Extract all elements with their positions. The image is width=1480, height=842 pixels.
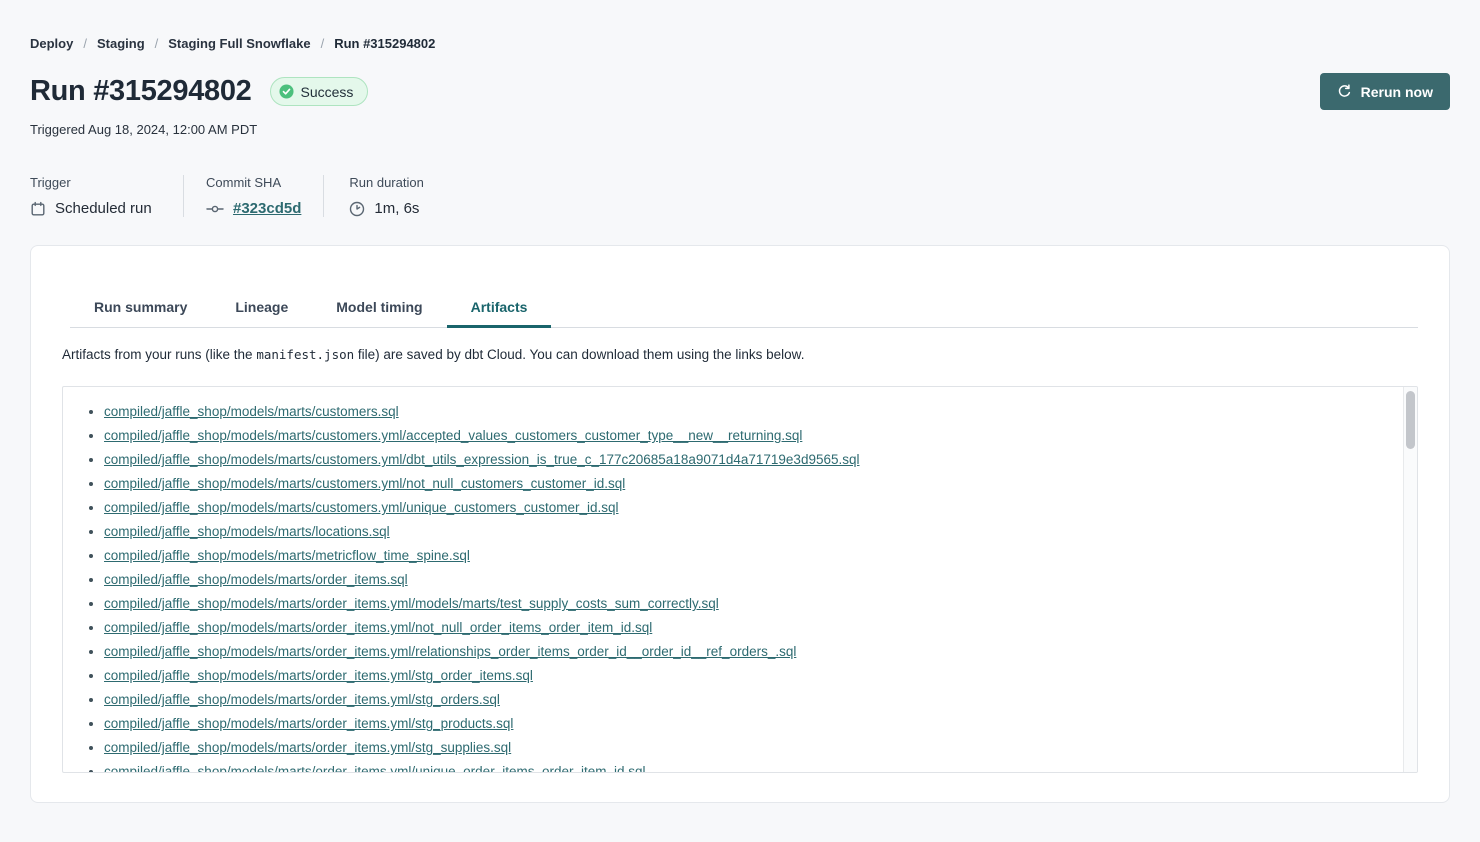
rerun-now-button[interactable]: Rerun now: [1320, 73, 1450, 110]
breadcrumb-separator: /: [155, 36, 159, 51]
tab-model-timing[interactable]: Model timing: [312, 289, 446, 328]
refresh-icon: [1337, 84, 1352, 99]
list-item: compiled/jaffle_shop/models/marts/order_…: [104, 592, 1377, 616]
list-item: compiled/jaffle_shop/models/marts/order_…: [104, 712, 1377, 736]
artifact-link[interactable]: compiled/jaffle_shop/models/marts/order_…: [104, 692, 500, 707]
run-info-strip: Trigger Scheduled run Commit SHA #323cd5: [30, 175, 1450, 217]
artifact-link[interactable]: compiled/jaffle_shop/models/marts/order_…: [104, 620, 652, 635]
list-item: compiled/jaffle_shop/models/marts/order_…: [104, 568, 1377, 592]
list-item: compiled/jaffle_shop/models/marts/order_…: [104, 664, 1377, 688]
artifact-link[interactable]: compiled/jaffle_shop/models/marts/locati…: [104, 524, 390, 539]
check-circle-icon: [279, 84, 294, 99]
list-item: compiled/jaffle_shop/models/marts/custom…: [104, 472, 1377, 496]
tab-run-summary[interactable]: Run summary: [70, 289, 211, 328]
manifest-json-filename: manifest.json: [256, 347, 354, 362]
artifact-link[interactable]: compiled/jaffle_shop/models/marts/order_…: [104, 596, 719, 611]
tab-artifacts[interactable]: Artifacts: [447, 289, 552, 328]
artifact-link[interactable]: compiled/jaffle_shop/models/marts/order_…: [104, 740, 511, 755]
duration-info: Run duration 1m, 6s: [324, 175, 448, 217]
list-item: compiled/jaffle_shop/models/marts/order_…: [104, 616, 1377, 640]
list-item: compiled/jaffle_shop/models/marts/custom…: [104, 424, 1377, 448]
artifacts-description-prefix: Artifacts from your runs (like the: [62, 347, 256, 362]
artifact-link[interactable]: compiled/jaffle_shop/models/marts/custom…: [104, 500, 618, 515]
artifact-link[interactable]: compiled/jaffle_shop/models/marts/order_…: [104, 764, 646, 773]
breadcrumb-deploy[interactable]: Deploy: [30, 36, 73, 51]
status-badge: Success: [270, 77, 369, 106]
breadcrumb: Deploy / Staging / Staging Full Snowflak…: [30, 36, 1450, 51]
scrollbar[interactable]: [1403, 387, 1417, 772]
artifacts-description: Artifacts from your runs (like the manif…: [62, 347, 1418, 362]
list-item: compiled/jaffle_shop/models/marts/order_…: [104, 640, 1377, 664]
breadcrumb-current-run: Run #315294802: [334, 36, 435, 51]
list-item: compiled/jaffle_shop/models/marts/metric…: [104, 544, 1377, 568]
list-item: compiled/jaffle_shop/models/marts/custom…: [104, 400, 1377, 424]
artifact-link[interactable]: compiled/jaffle_shop/models/marts/order_…: [104, 668, 533, 683]
artifact-link[interactable]: compiled/jaffle_shop/models/marts/order_…: [104, 716, 513, 731]
list-item: compiled/jaffle_shop/models/marts/order_…: [104, 736, 1377, 760]
artifact-link[interactable]: compiled/jaffle_shop/models/marts/custom…: [104, 404, 399, 419]
breadcrumb-separator: /: [83, 36, 87, 51]
clock-icon: [349, 201, 365, 217]
triggered-timestamp: Triggered Aug 18, 2024, 12:00 AM PDT: [30, 122, 1450, 137]
breadcrumb-separator: /: [321, 36, 325, 51]
rerun-now-label: Rerun now: [1361, 84, 1433, 100]
list-item: compiled/jaffle_shop/models/marts/locati…: [104, 520, 1377, 544]
status-badge-label: Success: [301, 84, 354, 100]
artifact-link[interactable]: compiled/jaffle_shop/models/marts/metric…: [104, 548, 470, 563]
trigger-label: Trigger: [30, 175, 183, 190]
artifact-link[interactable]: compiled/jaffle_shop/models/marts/custom…: [104, 452, 860, 467]
artifact-link[interactable]: compiled/jaffle_shop/models/marts/custom…: [104, 428, 802, 443]
tab-lineage[interactable]: Lineage: [211, 289, 312, 328]
run-duration-value: 1m, 6s: [374, 200, 419, 217]
title-group: Run #315294802 Success: [30, 75, 368, 108]
artifact-link[interactable]: compiled/jaffle_shop/models/marts/order_…: [104, 572, 408, 587]
page-header: Run #315294802 Success Rerun now: [30, 73, 1450, 110]
list-item: compiled/jaffle_shop/models/marts/order_…: [104, 688, 1377, 712]
trigger-value: Scheduled run: [55, 200, 152, 217]
list-item: compiled/jaffle_shop/models/marts/order_…: [104, 760, 1377, 773]
artifacts-list: compiled/jaffle_shop/models/marts/custom…: [63, 387, 1417, 773]
artifact-link[interactable]: compiled/jaffle_shop/models/marts/order_…: [104, 644, 796, 659]
commit-sha-label: Commit SHA: [206, 175, 301, 190]
list-item: compiled/jaffle_shop/models/marts/custom…: [104, 448, 1377, 472]
artifacts-description-suffix: file) are saved by dbt Cloud. You can do…: [354, 347, 804, 362]
run-duration-label: Run duration: [349, 175, 423, 190]
breadcrumb-staging[interactable]: Staging: [97, 36, 145, 51]
git-commit-icon: [206, 201, 224, 217]
tab-bar: Run summary Lineage Model timing Artifac…: [70, 289, 1418, 328]
artifacts-list-container: compiled/jaffle_shop/models/marts/custom…: [62, 386, 1418, 773]
scrollbar-thumb[interactable]: [1406, 391, 1415, 449]
list-item: compiled/jaffle_shop/models/marts/custom…: [104, 496, 1377, 520]
commit-sha-link[interactable]: #323cd5d: [233, 200, 301, 217]
breadcrumb-job[interactable]: Staging Full Snowflake: [168, 36, 310, 51]
run-detail-page: Deploy / Staging / Staging Full Snowflak…: [0, 0, 1480, 803]
commit-info: Commit SHA #323cd5d: [184, 175, 323, 217]
calendar-icon: [30, 201, 46, 217]
artifact-link[interactable]: compiled/jaffle_shop/models/marts/custom…: [104, 476, 625, 491]
run-detail-card: Run summary Lineage Model timing Artifac…: [30, 245, 1450, 803]
page-title: Run #315294802: [30, 75, 252, 108]
trigger-info: Trigger Scheduled run: [30, 175, 183, 217]
